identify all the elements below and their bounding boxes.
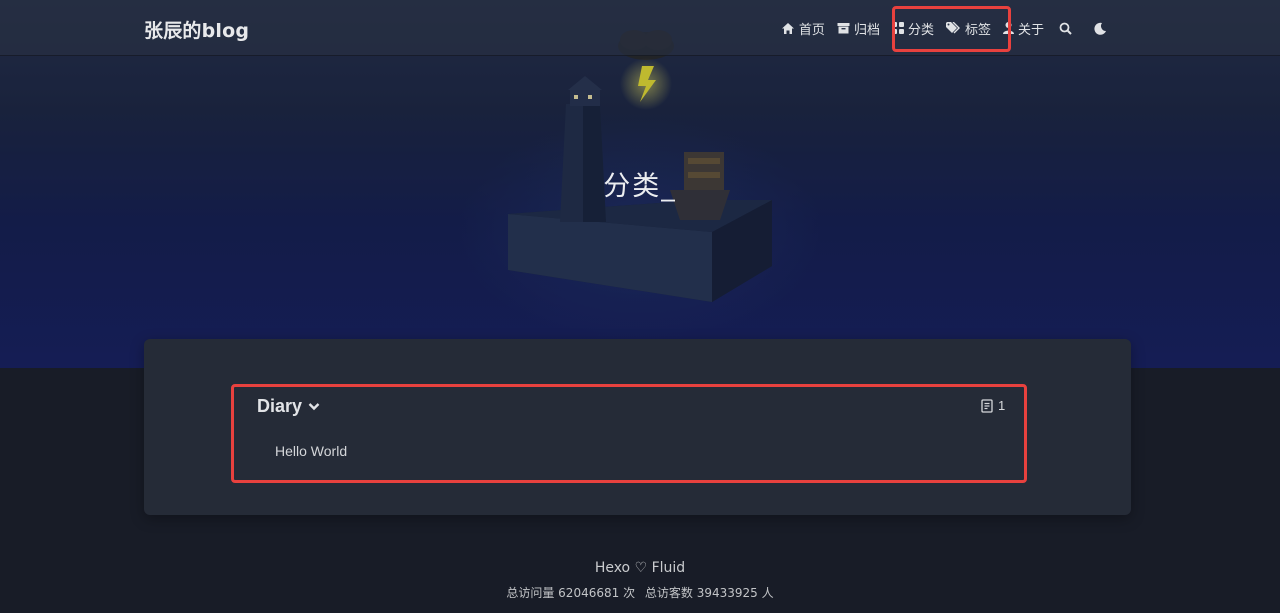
unique-visitors: 总访客数 39433925 人: [644, 586, 774, 600]
archive-icon: [837, 23, 850, 34]
page-views: 总访问量 62046681 次: [506, 586, 636, 600]
site-brand[interactable]: 张辰的blog: [144, 16, 249, 43]
footer-statistics: 总访问量 62046681 次 总访客数 39433925 人: [0, 584, 1280, 601]
nav-item-label: 首页: [798, 22, 825, 38]
category-post-count: 1: [981, 398, 1005, 413]
theme-toggle-button[interactable]: [1085, 0, 1120, 56]
nav-item-archive[interactable]: 归档: [831, 0, 886, 56]
search-icon: [1059, 22, 1072, 35]
page-title: 分类_: [603, 171, 677, 202]
nav-highlight-box: [892, 6, 1011, 52]
post-link[interactable]: Hello World: [275, 443, 347, 459]
chevron-down-icon: [308, 403, 320, 411]
category-name: Diary: [257, 396, 303, 416]
search-button[interactable]: [1050, 0, 1085, 56]
moon-icon: [1094, 22, 1106, 35]
nav-item-home[interactable]: 首页: [775, 0, 831, 56]
category-title[interactable]: Diary: [257, 396, 320, 417]
home-icon: [781, 22, 794, 34]
nav-item-label: 归档: [853, 22, 880, 38]
category-count-value: 1: [998, 398, 1006, 413]
nav-item-label: 关于: [1017, 22, 1044, 38]
document-icon: [981, 398, 993, 413]
category-highlight-box: [231, 384, 1027, 483]
footer-powered-by: Hexo ♡ Fluid: [594, 560, 686, 576]
navbar: 张辰的blog 首页 归档 分类 标签 关于: [0, 0, 1280, 56]
